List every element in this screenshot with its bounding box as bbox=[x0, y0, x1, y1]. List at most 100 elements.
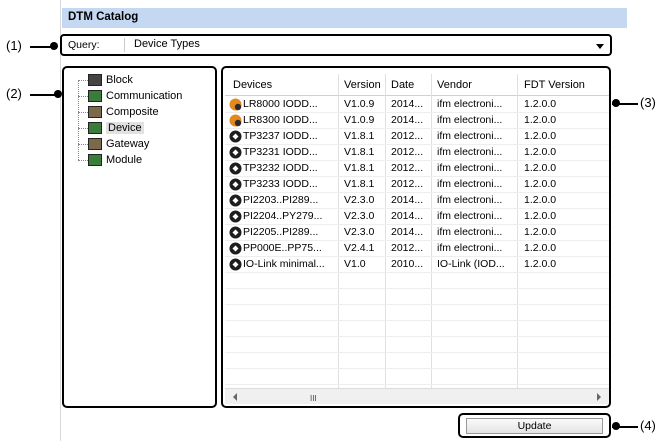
update-button[interactable]: Update bbox=[466, 418, 603, 434]
communication-icon bbox=[88, 90, 102, 102]
table-row[interactable]: PI2205..PI289... V2.3.0 2014... ifm electro… bbox=[225, 225, 609, 241]
callout-2-dot bbox=[54, 90, 62, 98]
io-link-icon bbox=[229, 162, 242, 175]
table-row[interactable]: TP3232 IODD... V1.8.1 2012... ifm electroni… bbox=[225, 161, 609, 177]
table-row[interactable]: PI2204..PY279... V2.3.0 2014... ifm electro… bbox=[225, 209, 609, 225]
tree-item-device[interactable]: Device bbox=[78, 120, 144, 136]
cell-date: 2014... bbox=[391, 98, 424, 110]
io-link-icon bbox=[229, 210, 242, 223]
cell-date: 2012... bbox=[391, 242, 424, 254]
cell-device: PI2204..PY279... bbox=[243, 210, 323, 222]
panel-title: DTM Catalog bbox=[68, 11, 139, 23]
update-button-frame: Update bbox=[458, 413, 611, 438]
table-row[interactable]: IO-Link minimal... V1.0 2010... IO-Link (IO… bbox=[225, 257, 609, 273]
chevron-down-icon[interactable] bbox=[596, 44, 604, 49]
module-icon bbox=[88, 154, 102, 166]
column-header-vendor[interactable]: Vendor bbox=[437, 79, 472, 91]
column-header-fdt-version[interactable]: FDT Version bbox=[524, 79, 585, 91]
device-table: Devices Version Date Vendor FDT Version … bbox=[221, 66, 611, 408]
table-row[interactable]: PP000E..PP75... V2.4.1 2012... ifm electron… bbox=[225, 241, 609, 257]
cell-version: V2.3.0 bbox=[344, 210, 375, 222]
cell-date: 2014... bbox=[391, 210, 424, 222]
cell-fdt-version: 1.2.0.0 bbox=[524, 194, 557, 206]
column-header-devices[interactable]: Devices bbox=[233, 79, 272, 91]
table-row[interactable]: TP3233 IODD... V1.8.1 2012... ifm electroni… bbox=[225, 177, 609, 193]
cell-date: 2014... bbox=[391, 226, 424, 238]
scrollbar-grip[interactable]: III bbox=[310, 394, 317, 403]
horizontal-scrollbar[interactable]: III bbox=[225, 388, 609, 404]
empty-table-row bbox=[225, 273, 609, 289]
panel-titlebar: DTM Catalog bbox=[62, 8, 627, 28]
cell-device: TP3232 IODD... bbox=[243, 162, 318, 174]
table-row[interactable]: LR8300 IODD... V1.0.9 2014... ifm electroni… bbox=[225, 113, 609, 129]
cell-vendor: ifm electroni... bbox=[437, 242, 503, 254]
cell-fdt-version: 1.2.0.0 bbox=[524, 162, 557, 174]
scroll-left-icon[interactable] bbox=[233, 393, 237, 401]
callout-2: (2) bbox=[6, 86, 22, 101]
cell-fdt-version: 1.2.0.0 bbox=[524, 130, 557, 142]
tree-item-gateway[interactable]: Gateway bbox=[78, 136, 149, 152]
composite-icon bbox=[88, 106, 102, 118]
cell-date: 2012... bbox=[391, 146, 424, 158]
callout-4-dot bbox=[612, 422, 620, 430]
empty-table-row bbox=[225, 305, 609, 321]
cell-vendor: ifm electroni... bbox=[437, 114, 503, 126]
tree-item-label: Module bbox=[106, 154, 143, 166]
tree-item-module[interactable]: Module bbox=[78, 152, 142, 168]
cell-date: 2012... bbox=[391, 178, 424, 190]
empty-table-row bbox=[225, 337, 609, 353]
lr-sensor-icon bbox=[229, 114, 242, 127]
cell-device: TP3237 IODD... bbox=[243, 130, 318, 142]
callout-4: (4) bbox=[640, 418, 656, 433]
column-header-version[interactable]: Version bbox=[344, 79, 381, 91]
lr-sensor-icon bbox=[229, 98, 242, 111]
io-link-icon bbox=[229, 194, 242, 207]
table-row[interactable]: TP3231 IODD... V1.8.1 2012... ifm electroni… bbox=[225, 145, 609, 161]
cell-version: V1.8.1 bbox=[344, 146, 375, 158]
tree-item-communication[interactable]: Communication bbox=[78, 88, 182, 104]
table-header: Devices Version Date Vendor FDT Version bbox=[225, 74, 609, 96]
cell-version: V1.0 bbox=[344, 258, 366, 270]
column-header-date[interactable]: Date bbox=[391, 79, 414, 91]
scroll-right-icon[interactable] bbox=[597, 393, 601, 401]
callout-1-dot bbox=[50, 42, 58, 50]
io-link-icon bbox=[229, 146, 242, 159]
cell-date: 2012... bbox=[391, 130, 424, 142]
io-link-icon bbox=[229, 226, 242, 239]
cell-device: LR8300 IODD... bbox=[243, 114, 318, 126]
callout-3: (3) bbox=[640, 95, 656, 110]
tree-item-label: Device bbox=[106, 122, 144, 134]
cell-fdt-version: 1.2.0.0 bbox=[524, 98, 557, 110]
table-row[interactable]: LR8000 IODD... V1.0.9 2014... ifm electroni… bbox=[225, 97, 609, 113]
cell-date: 2014... bbox=[391, 194, 424, 206]
cell-version: V2.4.1 bbox=[344, 242, 375, 254]
cell-version: V2.3.0 bbox=[344, 226, 375, 238]
query-label: Query: bbox=[68, 39, 100, 51]
cell-fdt-version: 1.2.0.0 bbox=[524, 210, 557, 222]
cell-date: 2014... bbox=[391, 114, 424, 126]
table-row[interactable]: TP3237 IODD... V1.8.1 2012... ifm electroni… bbox=[225, 129, 609, 145]
cell-device: PI2205..PI289... bbox=[243, 226, 319, 238]
tree-item-composite[interactable]: Composite bbox=[78, 104, 159, 120]
cell-vendor: ifm electroni... bbox=[437, 226, 503, 238]
empty-table-row bbox=[225, 321, 609, 337]
callout-1: (1) bbox=[6, 38, 22, 53]
category-tree: Block Communication Composite Device Gateway… bbox=[62, 66, 217, 408]
cell-vendor: ifm electroni... bbox=[437, 210, 503, 222]
io-link-icon bbox=[229, 258, 242, 271]
cell-fdt-version: 1.2.0.0 bbox=[524, 146, 557, 158]
cell-version: V1.8.1 bbox=[344, 130, 375, 142]
query-value: Device Types bbox=[134, 38, 200, 50]
query-combobox[interactable]: Query: Device Types bbox=[60, 34, 612, 56]
tree-item-block[interactable]: Block bbox=[78, 72, 133, 88]
table-row[interactable]: PI2203..PI289... V2.3.0 2014... ifm electro… bbox=[225, 193, 609, 209]
cell-vendor: ifm electroni... bbox=[437, 146, 503, 158]
empty-table-row bbox=[225, 369, 609, 385]
cell-fdt-version: 1.2.0.0 bbox=[524, 226, 557, 238]
cell-date: 2012... bbox=[391, 162, 424, 174]
block-icon bbox=[88, 74, 102, 86]
cell-device: LR8000 IODD... bbox=[243, 98, 318, 110]
cell-fdt-version: 1.2.0.0 bbox=[524, 114, 557, 126]
cell-device: TP3231 IODD... bbox=[243, 146, 318, 158]
tree-item-label: Block bbox=[106, 74, 133, 86]
